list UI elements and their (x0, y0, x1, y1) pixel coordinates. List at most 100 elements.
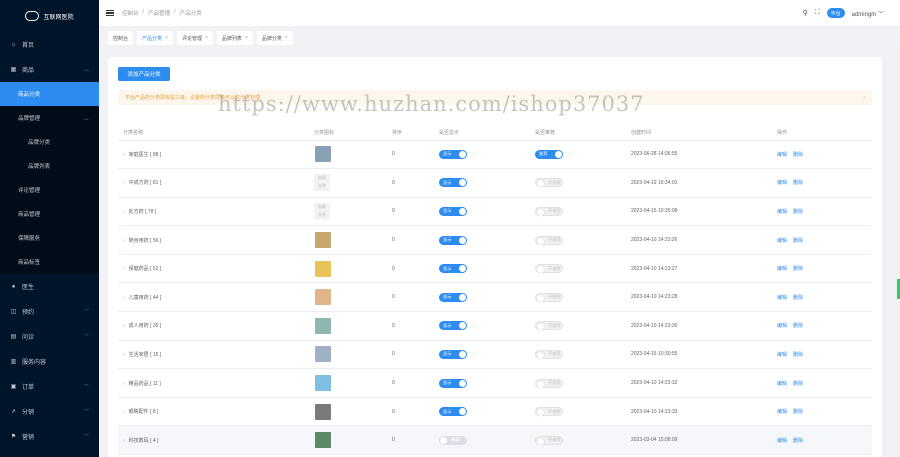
close-icon[interactable]: × (205, 35, 208, 41)
logo-icon (25, 11, 40, 21)
table-row: › 中成方药 [ 81 ] 加载 失败 0 显示 不推荐 2023-04-19 16:34:0… (118, 168, 872, 198)
delete-link[interactable]: 删除 (793, 381, 803, 387)
recommend-toggle[interactable]: 推荐 (535, 149, 563, 159)
app-logo[interactable]: 互联网医院 (0, 0, 99, 32)
show-toggle[interactable]: 显示 (439, 235, 467, 245)
user-menu[interactable]: admingm ﹀ (852, 9, 884, 18)
sidebar-item-brand-management[interactable]: 品牌管理 ︿ (0, 106, 99, 130)
delete-link[interactable]: 删除 (793, 438, 803, 444)
expand-arrow-icon[interactable]: › (123, 409, 125, 415)
delete-link[interactable]: 删除 (793, 152, 803, 158)
delete-link[interactable]: 删除 (793, 238, 803, 244)
edit-link[interactable]: 编辑 (777, 295, 787, 301)
expand-arrow-icon[interactable]: › (123, 295, 125, 301)
delete-link[interactable]: 删除 (793, 180, 803, 186)
sidebar-item-product-management[interactable]: 商品管理 (0, 202, 99, 226)
expand-arrow-icon[interactable]: › (123, 323, 125, 329)
column-header: 操作 (777, 125, 872, 141)
delete-link[interactable]: 删除 (793, 295, 803, 301)
recommend-toggle[interactable]: 不推荐 (535, 178, 563, 188)
sidebar-item-appointment[interactable]: ◫ 预约 ﹀ (0, 299, 99, 324)
show-toggle[interactable]: 隐藏 (439, 435, 467, 445)
column-header: 排序 (392, 125, 439, 141)
sidebar-item-consultation[interactable]: ▤ 问诊 ﹀ (0, 324, 99, 349)
recommend-toggle[interactable]: 不推荐 (535, 435, 563, 445)
fullscreen-icon[interactable]: ⛶ (815, 9, 820, 17)
edit-link[interactable]: 编辑 (777, 266, 787, 272)
search-icon[interactable]: ⚲ (803, 9, 808, 17)
expand-arrow-icon[interactable]: › (123, 180, 125, 186)
expand-arrow-icon[interactable]: › (123, 209, 125, 215)
delete-link[interactable]: 删除 (793, 209, 803, 215)
tab-brand-category[interactable]: 品牌分类 × (256, 31, 293, 45)
scrollbar[interactable] (896, 49, 900, 457)
menu-toggle-icon[interactable] (106, 8, 114, 17)
recommend-toggle[interactable]: 不推荐 (535, 407, 563, 417)
close-icon[interactable]: × (165, 35, 168, 41)
tab-dashboard[interactable]: 控制台 (108, 31, 134, 45)
tab-brand-list[interactable]: 品牌列表 × (216, 31, 253, 45)
recommend-toggle[interactable]: 不推荐 (535, 292, 563, 302)
edit-link[interactable]: 编辑 (777, 409, 787, 415)
edit-link[interactable]: 编辑 (777, 381, 787, 387)
sidebar-item-review-management[interactable]: 评论管理 (0, 178, 99, 202)
show-toggle[interactable]: 显示 (439, 378, 467, 388)
sidebar-item-product-tags[interactable]: 商品标签 (0, 250, 99, 274)
sidebar-item-guarantee-service[interactable]: 保障服务 (0, 226, 99, 250)
recommend-toggle[interactable]: 不推荐 (535, 321, 563, 331)
recommend-toggle[interactable]: 不推荐 (535, 349, 563, 359)
sort-value: 0 (392, 311, 439, 341)
sidebar-item-product-category[interactable]: 商品分类 (0, 82, 99, 106)
add-category-button[interactable]: 添加产品分类 (118, 67, 170, 81)
sidebar-item-brand-list[interactable]: 品牌列表 (0, 154, 99, 178)
expand-arrow-icon[interactable]: › (123, 438, 125, 444)
tab-review-management[interactable]: 评论管理 × (176, 31, 213, 45)
sidebar-item-marketing[interactable]: ⚑ 营销 ﹀ (0, 424, 99, 449)
close-icon[interactable]: × (863, 95, 866, 101)
edit-link[interactable]: 编辑 (777, 238, 787, 244)
show-toggle[interactable]: 显示 (439, 206, 467, 216)
sidebar-item-distribution[interactable]: ➚ 分销 ﹀ (0, 399, 99, 424)
show-toggle[interactable]: 显示 (439, 321, 467, 331)
edit-link[interactable]: 编辑 (777, 209, 787, 215)
breadcrumb-item[interactable]: 产品管理 (148, 9, 170, 17)
edit-link[interactable]: 编辑 (777, 352, 787, 358)
show-toggle[interactable]: 显示 (439, 178, 467, 188)
breadcrumb-item[interactable]: 控制台 (122, 9, 139, 17)
delete-link[interactable]: 删除 (793, 409, 803, 415)
recommend-toggle[interactable]: 不推荐 (535, 206, 563, 216)
delete-link[interactable]: 删除 (793, 266, 803, 272)
delete-link[interactable]: 删除 (793, 352, 803, 358)
close-icon[interactable]: × (285, 35, 288, 41)
expand-arrow-icon[interactable]: › (123, 266, 125, 272)
sidebar-item-home[interactable]: ⌂ 首页 (0, 32, 99, 57)
expand-arrow-icon[interactable]: › (123, 152, 125, 158)
close-icon[interactable]: × (245, 35, 248, 41)
sidebar-item-products[interactable]: ▦ 商品 ︿ (0, 57, 99, 82)
home-icon: ⌂ (11, 41, 16, 48)
sidebar-item-orders[interactable]: ▣ 订单 ﹀ (0, 374, 99, 399)
table-row: › 眼睛配件 [ 8 ] 0 显示 不推荐 2023-04-10 14:23:33 编辑 删除 (118, 397, 872, 427)
toggle-knob (459, 207, 466, 215)
edit-link[interactable]: 编辑 (777, 180, 787, 186)
edit-link[interactable]: 编辑 (777, 152, 787, 158)
show-toggle[interactable]: 显示 (439, 407, 467, 417)
show-toggle[interactable]: 显示 (439, 292, 467, 302)
sidebar-item-brand-category[interactable]: 品牌分类 (0, 130, 99, 154)
expand-arrow-icon[interactable]: › (123, 238, 125, 244)
recommend-toggle[interactable]: 不推荐 (535, 378, 563, 388)
sidebar-item-service-content[interactable]: ▥ 服务内容 (0, 349, 99, 374)
edit-link[interactable]: 编辑 (777, 323, 787, 329)
expand-arrow-icon[interactable]: › (123, 352, 125, 358)
recommend-toggle[interactable]: 不推荐 (535, 235, 563, 245)
recommend-toggle[interactable]: 不推荐 (535, 264, 563, 274)
show-toggle[interactable]: 显示 (439, 149, 467, 159)
edit-link[interactable]: 编辑 (777, 438, 787, 444)
expand-arrow-icon[interactable]: › (123, 381, 125, 387)
show-toggle[interactable]: 显示 (439, 264, 467, 274)
delete-link[interactable]: 删除 (793, 323, 803, 329)
sort-value: 0 (392, 282, 439, 313)
show-toggle[interactable]: 显示 (439, 349, 467, 359)
tab-product-category[interactable]: 产品分类 × (137, 31, 173, 45)
sidebar-item-doctor[interactable]: ● 医生 (0, 274, 99, 299)
